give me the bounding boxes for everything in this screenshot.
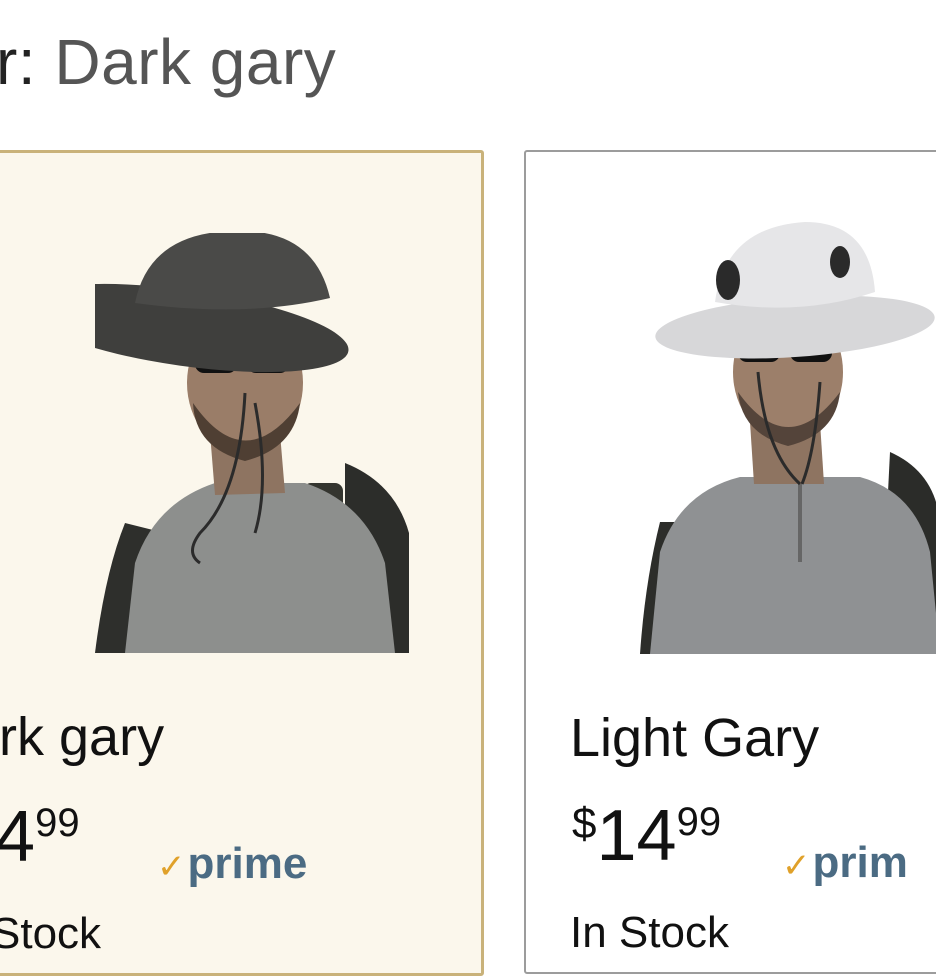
selected-color-value: Dark gary xyxy=(54,26,337,98)
color-selection-line: r: Dark gary xyxy=(0,22,336,102)
option-name: Light Gary xyxy=(570,708,820,768)
price-whole: 14 xyxy=(0,797,35,877)
prime-badge: ✓prime xyxy=(157,839,307,889)
prime-badge: ✓prim xyxy=(782,838,908,888)
price-fraction: 99 xyxy=(35,801,80,845)
color-option-dark-gary[interactable]: ark gary 1499 ✓prime Stock xyxy=(0,150,484,976)
prime-check-icon: ✓ xyxy=(782,847,811,885)
option-name: ark gary xyxy=(0,707,165,767)
option-price: 1499 xyxy=(0,795,80,879)
product-image-dark-hat xyxy=(95,233,409,653)
stock-status: Stock xyxy=(0,909,102,958)
price-whole: 14 xyxy=(596,796,677,876)
prime-check-icon: ✓ xyxy=(157,848,186,886)
prime-label: prim xyxy=(812,838,908,887)
stock-status: In Stock xyxy=(570,908,729,957)
product-image-light-hat xyxy=(640,222,936,654)
color-label: r: xyxy=(0,26,37,98)
color-option-light-gary[interactable]: Light Gary $1499 ✓prim In Stock xyxy=(524,150,936,974)
price-symbol: $ xyxy=(572,799,597,848)
price-fraction: 99 xyxy=(676,800,722,844)
option-price: $1499 xyxy=(572,794,721,878)
prime-label: prime xyxy=(187,839,308,888)
